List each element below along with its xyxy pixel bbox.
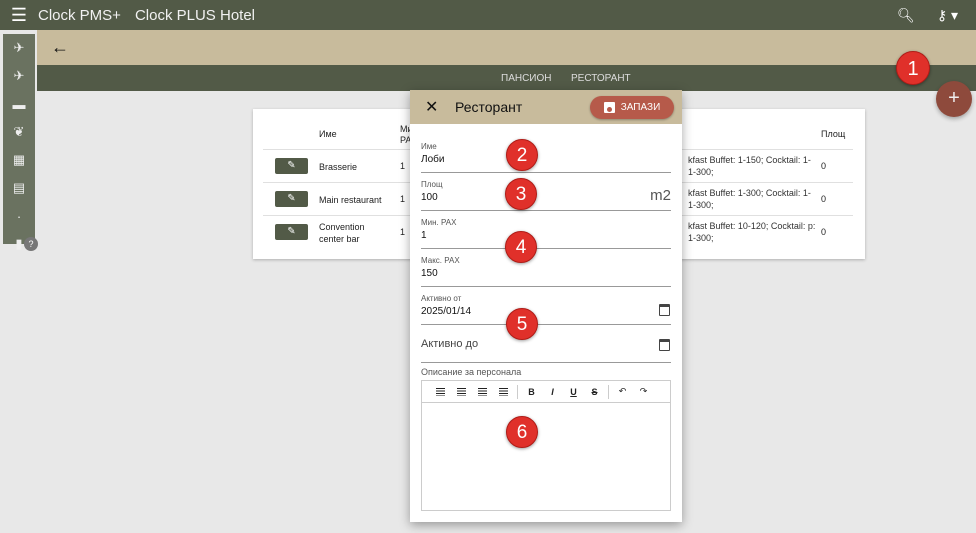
callout-marker: 4 xyxy=(505,231,537,263)
max-pax-field[interactable]: Макс. PAX 150 xyxy=(421,256,671,287)
align-left-icon[interactable] xyxy=(430,387,451,397)
active-from-value: 2025/01/14 xyxy=(421,306,472,317)
row-min-pax: 1 xyxy=(400,161,406,171)
strikethrough-icon[interactable]: S xyxy=(584,387,605,397)
arrivals-icon[interactable]: ✈ xyxy=(3,34,35,62)
bed-icon[interactable]: ▬ xyxy=(3,90,35,118)
search-icon[interactable]: 🔍︎ xyxy=(897,7,915,24)
area-field[interactable]: Площ 100 m2 xyxy=(421,180,671,211)
min-pax-field[interactable]: Мин. PAX 1 xyxy=(421,218,671,249)
undo-icon[interactable]: ↶ xyxy=(612,386,633,397)
row-min-pax: 1 xyxy=(400,194,406,204)
name-value: Лоби xyxy=(421,154,445,165)
edit-pencil-icon[interactable]: ✎ xyxy=(275,158,308,174)
column-header-area: Площ xyxy=(821,129,846,139)
align-center-icon[interactable] xyxy=(451,387,472,397)
app-name: Clock PMS+ xyxy=(38,6,121,24)
callout-marker: 1 xyxy=(896,51,930,85)
calendar-icon[interactable] xyxy=(659,304,670,316)
row-description: kfast Buffet: 10-120; Cocktail: p: 1-300… xyxy=(688,221,816,243)
row-description: kfast Buffet: 1-300; Cocktail: 1-1-300; xyxy=(688,188,811,210)
save-disk-icon xyxy=(603,102,615,113)
row-name: Main restaurant xyxy=(319,195,382,205)
align-right-icon[interactable] xyxy=(472,387,493,397)
close-icon[interactable]: ✕ xyxy=(425,97,438,117)
name-label: Име xyxy=(421,142,437,151)
hotel-name[interactable]: Clock PLUS Hotel xyxy=(135,7,255,24)
toolbar-divider xyxy=(608,384,609,399)
dialog-header: ✕ Ресторант ЗАПАЗИ xyxy=(410,90,682,124)
staff-description-label: Описание за персонала xyxy=(421,367,522,377)
tab-bar: ПАНСИОН РЕСТОРАНТ xyxy=(37,65,976,91)
side-navigation-rail: ✈ ✈ ▬ ❦ ▦ ▤ · ▮ xyxy=(3,34,35,251)
callout-marker: 6 xyxy=(506,416,538,448)
name-field[interactable]: Име Лоби xyxy=(421,142,671,173)
page-header: ← xyxy=(37,30,976,65)
italic-icon[interactable]: I xyxy=(542,387,563,397)
toolbar-divider xyxy=(517,384,518,399)
row-name: Brasserie xyxy=(319,162,358,172)
row-area: 0 xyxy=(821,194,827,204)
area-unit: m2 xyxy=(650,187,671,204)
underline-icon[interactable]: U xyxy=(563,387,584,397)
restaurant-dialog: ✕ Ресторант ЗАПАЗИ Име Лоби Площ 100 m2 … xyxy=(410,90,682,522)
edit-pencil-icon[interactable]: ✎ xyxy=(275,224,308,240)
row-name: Convention center bar xyxy=(319,222,365,244)
tab-restaurant[interactable]: РЕСТОРАНТ xyxy=(571,73,631,84)
calendar-icon[interactable]: ▦ xyxy=(3,146,35,174)
area-value: 100 xyxy=(421,192,438,203)
back-arrow-icon[interactable]: ← xyxy=(51,37,69,58)
top-app-bar: ☰ Clock PMS+ Clock PLUS Hotel 🔍︎ ⚷ ▾ xyxy=(0,0,976,30)
active-from-label: Активно от xyxy=(421,294,462,303)
callout-marker: 3 xyxy=(505,178,537,210)
leaf-icon[interactable]: ❦ xyxy=(3,118,35,146)
area-label: Площ xyxy=(421,180,443,189)
document-icon[interactable]: ▤ xyxy=(3,174,35,202)
help-icon[interactable]: ? xyxy=(24,237,38,251)
divider: · xyxy=(16,208,22,224)
bold-icon[interactable]: B xyxy=(521,387,542,397)
key-menu-icon[interactable]: ⚷ ▾ xyxy=(937,7,958,24)
min-pax-label: Мин. PAX xyxy=(421,218,457,227)
redo-icon[interactable]: ↷ xyxy=(633,386,654,397)
tab-board[interactable]: ПАНСИОН xyxy=(501,73,552,84)
staff-description-editor[interactable]: B I U S ↶ ↷ xyxy=(421,380,671,511)
menu-icon[interactable]: ☰ xyxy=(0,5,38,26)
column-header-name: Име xyxy=(319,129,337,139)
max-pax-label: Макс. PAX xyxy=(421,256,460,265)
callout-marker: 2 xyxy=(506,139,538,171)
dialog-title: Ресторант xyxy=(455,99,523,115)
row-min-pax: 1 xyxy=(400,227,406,237)
save-button[interactable]: ЗАПАЗИ xyxy=(590,96,674,119)
align-justify-icon[interactable] xyxy=(493,387,514,397)
max-pax-value: 150 xyxy=(421,268,438,279)
add-button[interactable]: + xyxy=(936,81,972,117)
active-from-field[interactable]: Активно от 2025/01/14 xyxy=(421,294,671,325)
row-area: 0 xyxy=(821,161,827,171)
editor-toolbar: B I U S ↶ ↷ xyxy=(422,381,670,403)
edit-pencil-icon[interactable]: ✎ xyxy=(275,191,308,207)
row-area: 0 xyxy=(821,227,827,237)
min-pax-value: 1 xyxy=(421,230,427,241)
departures-icon[interactable]: ✈ xyxy=(3,62,35,90)
active-to-field[interactable]: Активно до xyxy=(421,336,671,363)
callout-marker: 5 xyxy=(506,308,538,340)
save-button-label: ЗАПАЗИ xyxy=(620,102,661,113)
calendar-icon[interactable] xyxy=(659,339,670,351)
row-description: kfast Buffet: 1-150; Cocktail: 1-1-300; xyxy=(688,155,811,177)
active-to-placeholder: Активно до xyxy=(421,338,479,350)
